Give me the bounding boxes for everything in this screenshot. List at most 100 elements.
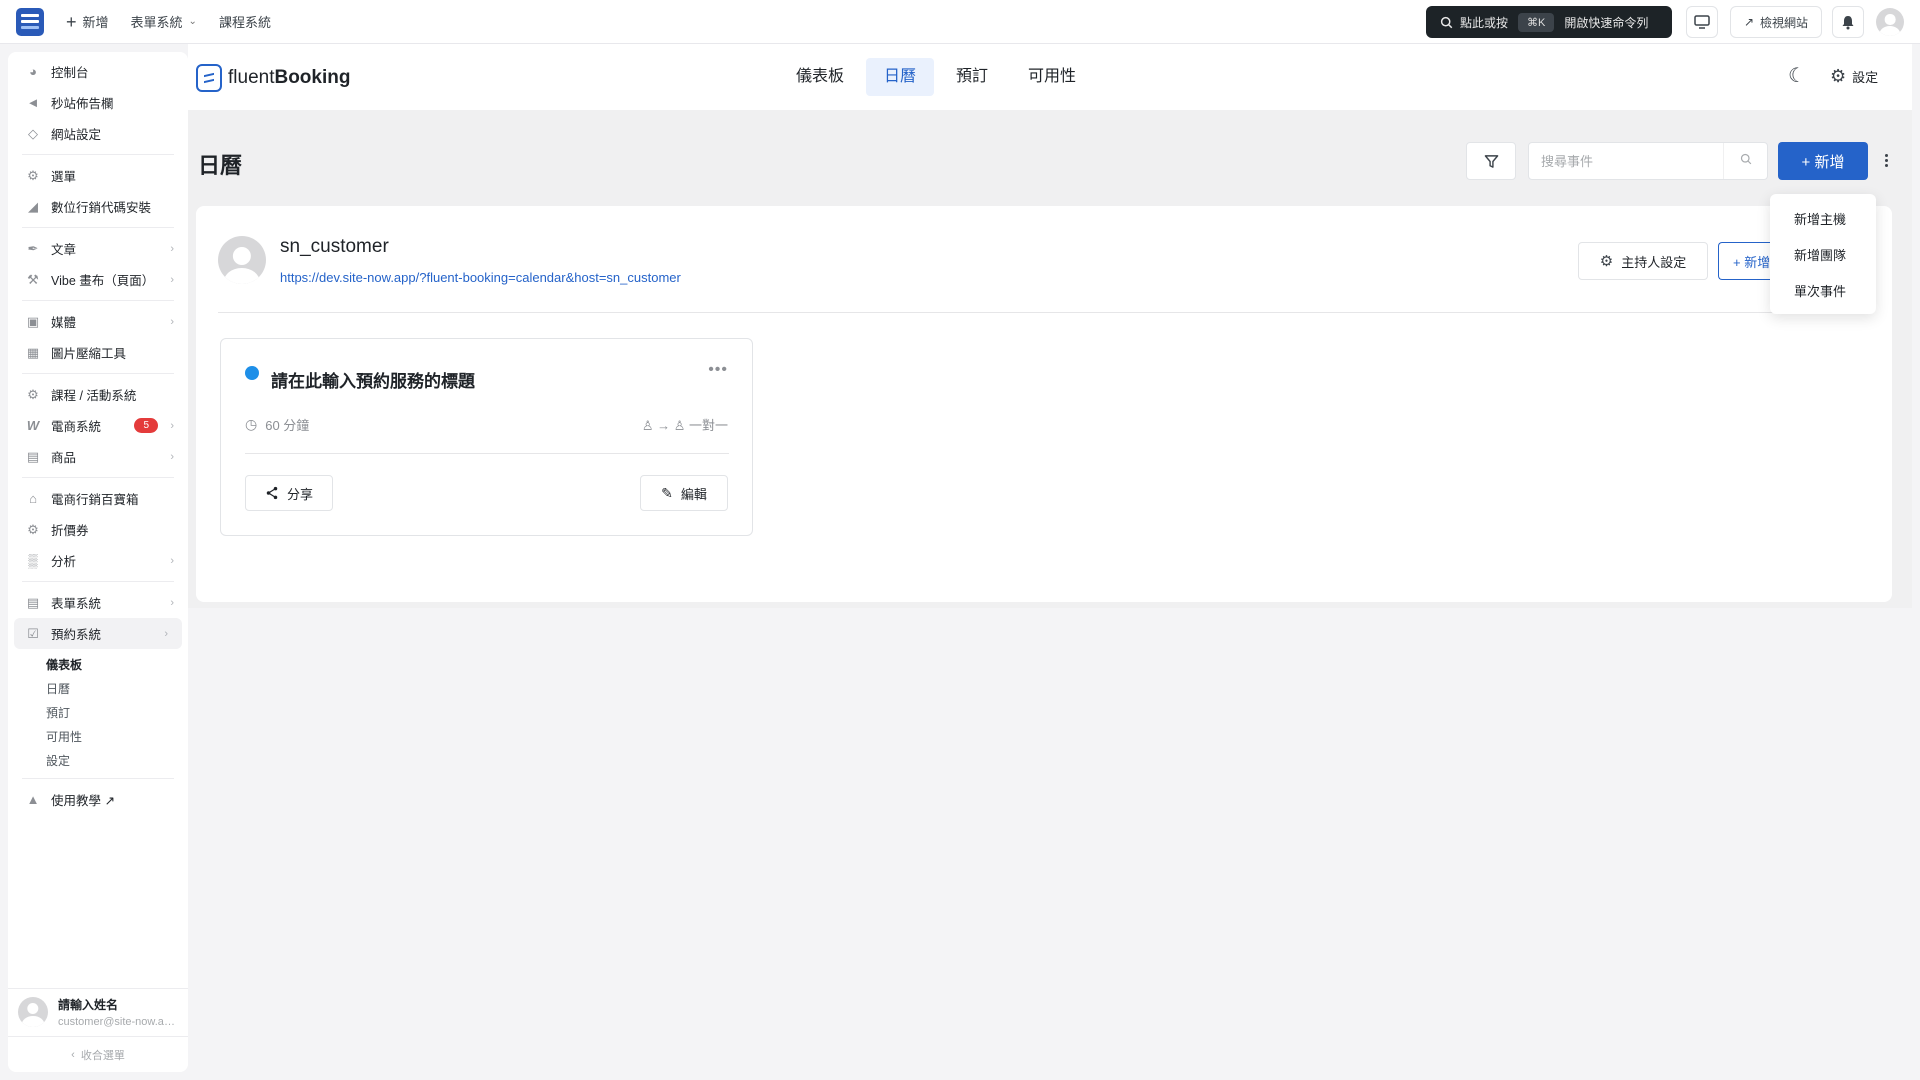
host-name: sn_customer	[280, 236, 389, 257]
menu-item-new-host[interactable]: 新增主機	[1770, 202, 1876, 238]
menu-item-one-off-event[interactable]: 單次事件	[1770, 274, 1876, 310]
compress-icon: ▦	[26, 344, 40, 360]
collapse-menu-button[interactable]: ‹ 收合選單	[8, 1036, 188, 1072]
sidebar-user-name: 請輸入姓名	[58, 997, 119, 1012]
sidebar-user[interactable]: 請輸入姓名 customer@site-now.app	[8, 988, 188, 1034]
view-site-button[interactable]: ↗ 檢視網站	[1730, 6, 1822, 38]
sidebar-item-marketing-code[interactable]: ◢ 數位行銷代碼安裝	[8, 191, 188, 222]
event-card: 請在此輸入預約服務的標題 ••• ◷ 60 分鐘 ♙ → ♙ 一對一 分享 ✎ …	[220, 338, 753, 536]
submenu-item-settings[interactable]: 設定	[46, 749, 188, 773]
media-icon: ▣	[26, 313, 40, 329]
view-site-label: 檢視網站	[1760, 15, 1809, 30]
fluentbooking-logo[interactable]: fluentBooking	[196, 64, 350, 92]
share-button[interactable]: 分享	[245, 475, 333, 511]
sidebar-item-ecommerce[interactable]: W 電商系統 5 ›	[8, 410, 188, 441]
sidebar-divider	[22, 227, 174, 228]
sidebar-item-image-compress[interactable]: ▦ 圖片壓縮工具	[8, 337, 188, 368]
screen-button[interactable]	[1686, 6, 1718, 38]
sidebar-item-site-settings[interactable]: ◇ 網站設定	[8, 118, 188, 149]
sidebar-item-announcements[interactable]: ◄ 秒站佈告欄	[8, 87, 188, 118]
sidebar-item-label: 表單系統	[51, 597, 102, 611]
sidebar-item-marketing-toolbox[interactable]: ⌂ 電商行銷百寶箱	[8, 483, 188, 514]
sidebar-item-dashboard[interactable]: ◕ 控制台	[8, 56, 188, 87]
menu-item-new-team[interactable]: 新增團隊	[1770, 238, 1876, 274]
chevron-right-icon: ›	[170, 450, 174, 463]
chevron-right-icon: ›	[170, 554, 174, 567]
tab-dashboard[interactable]: 儀表板	[778, 58, 862, 96]
top-courses-link[interactable]: 課程系統	[219, 12, 271, 31]
event-color-dot	[245, 366, 259, 380]
sidebar-item-posts[interactable]: ✒ 文章 ›	[8, 233, 188, 264]
fluentbooking-logo-icon	[196, 64, 222, 92]
submenu-item-bookings[interactable]: 預訂	[46, 701, 188, 725]
app-settings-label: 設定	[1852, 70, 1879, 85]
submenu-item-dashboard[interactable]: 儀表板	[46, 653, 188, 677]
sidebar-item-media[interactable]: ▣ 媒體 ›	[8, 306, 188, 337]
submenu-item-availability[interactable]: 可用性	[46, 725, 188, 749]
command-palette-button[interactable]: 點此或按 ⌘K 開啟快速命令列	[1426, 6, 1672, 38]
sidebar-item-analytics[interactable]: ▒ 分析 ›	[8, 545, 188, 576]
sidebar-item-label: 控制台	[51, 66, 89, 80]
search-icon	[1440, 16, 1453, 28]
app-settings-button[interactable]: ⚙ 設定	[1830, 66, 1878, 87]
tab-calendar[interactable]: 日曆	[866, 58, 935, 96]
user-avatar[interactable]	[1876, 8, 1904, 36]
sidebar-item-coupons[interactable]: ⚙ 折價券	[8, 514, 188, 545]
command-prefix: 點此或按	[1460, 15, 1509, 30]
event-title[interactable]: 請在此輸入預約服務的標題	[271, 367, 475, 392]
avatar	[218, 236, 266, 284]
sidebar-item-products[interactable]: ▤ 商品 ›	[8, 441, 188, 472]
page-title: 日曆	[198, 153, 243, 178]
external-link-icon: ↗	[1743, 15, 1755, 29]
chevron-right-icon: ›	[170, 273, 174, 286]
sidebar-item-tutorial[interactable]: ▲ 使用教學 ↗	[8, 784, 188, 815]
sidebar-item-courses[interactable]: ⚙ 課程 / 活動系統	[8, 379, 188, 410]
filter-button[interactable]	[1466, 142, 1516, 180]
site-logo-icon[interactable]	[16, 7, 44, 36]
search-icon[interactable]	[1723, 143, 1767, 179]
chevron-down-icon: ⌄	[188, 16, 197, 27]
host-url-link[interactable]: https://dev.site-now.app/?fluent-booking…	[280, 270, 681, 285]
admin-top-bar: + 新增 表單系統 ⌄ 課程系統 點此或按 ⌘K 開啟快速命令列 ↗ 檢視網站	[0, 0, 1920, 44]
tab-availability[interactable]: 可用性	[1010, 58, 1094, 96]
more-options-icon[interactable]	[1880, 148, 1892, 172]
monitor-icon	[1694, 15, 1710, 29]
bar-chart-icon: ▒	[28, 553, 38, 568]
notifications-button[interactable]	[1832, 6, 1864, 38]
woo-icon: W	[26, 418, 40, 433]
event-type-label: 一對一	[688, 418, 728, 433]
sidebar-item-label: 電商系統	[51, 420, 102, 434]
edit-button[interactable]: ✎ 編輯	[640, 475, 728, 511]
submenu-item-calendar[interactable]: 日曆	[46, 677, 188, 701]
top-new-link[interactable]: + 新增	[66, 12, 109, 31]
sidebar-item-label: 數位行銷代碼安裝	[51, 201, 152, 215]
sidebar-item-label: 選單	[51, 170, 77, 184]
search-input[interactable]	[1529, 143, 1723, 179]
gear-icon: ⚙	[1599, 253, 1614, 270]
collapse-menu-label: 收合選單	[80, 1049, 125, 1062]
tab-bookings[interactable]: 預訂	[938, 58, 1006, 96]
sidebar-item-menus[interactable]: ⚙ 選單	[8, 160, 188, 191]
notification-badge: 5	[134, 418, 158, 433]
plus-icon: +	[66, 11, 77, 32]
sidebar-item-label: 文章	[51, 243, 77, 257]
admin-sidebar: ◕ 控制台 ◄ 秒站佈告欄 ◇ 網站設定 ⚙ 選單 ◢ 數位行銷代碼安裝 ✒ 文章 › ⚒ Vi…	[8, 52, 188, 1072]
share-label: 分享	[286, 486, 313, 502]
sidebar-item-vibe-canvas[interactable]: ⚒ Vibe 畫布（頁面） ›	[8, 264, 188, 295]
sidebar-item-booking[interactable]: ☑ 預約系統 ›	[14, 618, 182, 649]
divider	[245, 453, 729, 454]
divider	[218, 312, 1870, 313]
sidebar-item-label: 秒站佈告欄	[51, 97, 114, 111]
sidebar-menu: ◕ 控制台 ◄ 秒站佈告欄 ◇ 網站設定 ⚙ 選單 ◢ 數位行銷代碼安裝 ✒ 文章 › ⚒ Vi…	[8, 52, 188, 815]
filter-icon	[1484, 154, 1498, 168]
sidebar-divider	[22, 373, 174, 374]
host-settings-button[interactable]: ⚙ 主持人設定	[1578, 242, 1708, 280]
top-forms-link[interactable]: 表單系統 ⌄	[131, 12, 197, 31]
sidebar-item-forms[interactable]: ▤ 表單系統 ›	[8, 587, 188, 618]
sidebar-divider	[22, 477, 174, 478]
add-new-button[interactable]: + 新增	[1778, 142, 1868, 180]
sidebar-item-label: 電商行銷百寶箱	[51, 493, 139, 507]
ellipsis-icon[interactable]: •••	[708, 361, 728, 379]
moon-icon[interactable]: ☾	[1788, 65, 1810, 87]
diamond-icon: ◇	[28, 125, 38, 141]
